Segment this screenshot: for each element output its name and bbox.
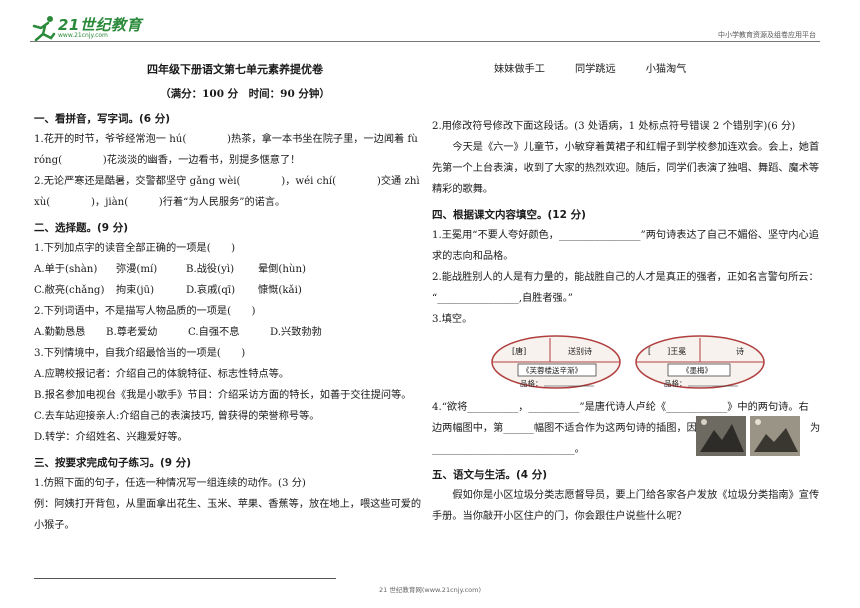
oval2-author: [ ]王冕 xyxy=(648,347,686,356)
s3-q1: 1.仿照下面的句子，任选一种情况写一组连续的动作。(3 分) xyxy=(34,478,306,489)
poem-illustrations xyxy=(696,416,800,456)
left-column: 四年级下册语文第七单元素养提优卷 （满分：100 分 时间：90 分钟） 一、看… xyxy=(34,60,426,537)
s2-q3-a: A.应聘校报记者：介绍自己的体貌特征、标志性特点等。 xyxy=(34,369,290,380)
option: C.自强不息 xyxy=(188,327,240,338)
option: 晕倒(hùn) xyxy=(258,264,307,275)
option: C.敝亮(chǎng) xyxy=(34,285,105,296)
s2-q3-b: B.报名参加电视台《我是小歌手》节目：介绍采访方面的特长，如善于交往提问等。 xyxy=(34,390,412,401)
s5-para-b: 手册。当你敲开小区住户的门，你会跟住户说些什么呢？ xyxy=(432,511,687,522)
option: D.哀戚(qī) xyxy=(186,285,236,296)
poem-ovals: [唐] 送别诗 《芙蓉楼送辛渐》 品格： [ ]王冕 诗 《墨梅》 品格： xyxy=(432,334,824,392)
option: 慷慨(kǎi) xyxy=(258,285,302,296)
s2-q2-options: A.勤勤恳恳 B.尊老爱幼 C.自强不息 D.兴致勃勃 xyxy=(34,323,426,343)
s2-q1-options-cd: C.敝亮(chǎng) 拘束(jū) D.哀戚(qī) 慷慨(kǎi) xyxy=(34,281,426,301)
s4-q4-block: 4.“欲将__________，__________”是唐代诗人卢纶《_____… xyxy=(432,398,824,460)
footer-divider xyxy=(34,578,336,579)
oval1-trait: 品格： xyxy=(520,378,543,388)
s1-q2-line-a: 2.无论严寒还是酷暑，交警都坚守 gǎng wèi( )，wéi chí( )交… xyxy=(34,176,420,187)
s2-q2: 2.下列词语中，不是描写人物品质的一项是( ) xyxy=(34,306,256,317)
s4-q1-a: 1.王冕用“不要人夸好颜色，________________”两句诗表达了自己不… xyxy=(432,230,819,241)
s4-q3: 3.填空。 xyxy=(432,314,473,325)
choice-option: 同学跳远 xyxy=(574,64,616,75)
answer-space xyxy=(432,80,824,116)
section-1-heading: 一、看拼音，写字词。(6 分) xyxy=(34,113,171,125)
s3-q2: 2.用修改符号修改下面这段话。(3 处语病，1 处标点符号错误 2 个错别字)(… xyxy=(432,121,796,132)
s4-q4-b: 边两幅图中，第______幅图不适合作为这两句诗的插图，因 xyxy=(432,423,697,434)
s1-q2-line-b: xù( )，jiàn( )行着“为人民服务”的诺言。 xyxy=(34,197,286,208)
s2-q3: 3.下列情境中，自我介绍最恰当的一项是( ) xyxy=(34,348,246,359)
s3-q2-para-a: 今天是《六一》儿童节，小敏穿着黄裙子和红帽子到学校参加连欢会。会上，她首 xyxy=(452,142,820,153)
oval1-dynasty: [唐] xyxy=(512,346,526,356)
s3-example-b: 小猴子。 xyxy=(34,520,75,531)
s1-q1-line-a: 1.花开的时节，爷爷经常泡一 hú( )热茶，拿一本书坐在院子里，一边闻着 fù xyxy=(34,134,418,145)
paper-title: 四年级下册语文第七单元素养提优卷 xyxy=(147,63,323,76)
s3-example-a: 例：阿姨打开背包，从里面拿出花生、玉米、苹果、香蕉等，放在地上，喂这些可爱的 xyxy=(34,499,422,510)
option: A.勤勤恳恳 xyxy=(34,327,86,338)
s4-q4-b-end: 为 xyxy=(810,423,821,434)
section-5-heading: 五、语文与生活。(4 分) xyxy=(432,469,548,481)
right-column: 妹妹做手工 同学跳远 小猫淘气 2.用修改符号修改下面这段话。(3 处语病，1 … xyxy=(432,60,824,528)
s2-q1-options-ab: A.单于(shàn) 弥漫(mí) B.战役(yì) 晕倒(hùn) xyxy=(34,260,426,280)
oval-diagram-2: [ ]王冕 诗 《墨梅》 品格： xyxy=(635,335,765,389)
s4-q4-a: 4.“欲将__________，__________”是唐代诗人卢纶《_____… xyxy=(432,402,809,413)
option: 弥漫(mí) xyxy=(116,264,158,275)
oval2-book: 《墨梅》 xyxy=(682,365,712,375)
s2-q3-d: D.转学：介绍姓名、兴趣爱好等。 xyxy=(34,432,188,443)
option: A.单于(shàn) xyxy=(34,264,98,275)
oval1-type: 送别诗 xyxy=(568,346,592,356)
s2-q1: 1.下列加点字的读音全部正确的一项是( ) xyxy=(34,243,236,254)
s3-q2-para-b: 先第一个上台表演，收到了大家的热烈欢迎。随后，同学们表演了独唱、舞蹈、魔术等 xyxy=(432,163,820,174)
header-divider xyxy=(30,41,820,42)
oval2-trait: 品格： xyxy=(664,378,687,388)
option: B.尊老爱幼 xyxy=(106,327,158,338)
option: B.战役(yì) xyxy=(186,264,235,275)
platform-name: 中小学教育资源及组卷应用平台 xyxy=(718,31,816,39)
oval1-book: 《芙蓉楼送辛渐》 xyxy=(522,365,582,375)
logo-runner-icon xyxy=(32,16,56,42)
section-3-heading: 三、按要求完成句子练习。(9 分) xyxy=(34,457,192,469)
option: 拘束(jū) xyxy=(116,285,155,296)
s2-q3-c: C.去车站迎接亲人:介绍自己的表演技巧, 曾获得的荣誉称号等。 xyxy=(34,411,320,422)
s3-q2-para-c: 精彩的歌舞。 xyxy=(432,184,494,195)
s4-q1-b: 求的志向和品格。 xyxy=(432,251,514,262)
choice-option: 小猫淘气 xyxy=(645,64,687,75)
s4-q2-b: “________________,自胜者强。” xyxy=(432,293,573,304)
s1-q1-line-b: róng( )花淡淡的幽香，一边看书，别提多惬意了！ xyxy=(34,155,301,166)
s4-q2-a: 2.能战胜别人的人是有力量的，能战胜自己的人才是真正的强者，正如名言警句所云： xyxy=(432,272,819,283)
oval-diagram-1: [唐] 送别诗 《芙蓉楼送辛渐》 品格： xyxy=(491,335,621,389)
option: D.兴致勃勃 xyxy=(270,327,322,338)
choice-option: 妹妹做手工 xyxy=(494,64,545,75)
footer-text: 21 世纪教育网(www.21cnjy.com) xyxy=(379,586,481,594)
logo-url: www.21cnjy.com xyxy=(58,32,108,39)
s3-choice-options: 妹妹做手工 同学跳远 小猫淘气 xyxy=(494,60,824,80)
paper-subtitle: （满分：100 分 时间：90 分钟） xyxy=(160,88,330,100)
section-2-heading: 二、选择题。(9 分) xyxy=(34,222,129,234)
section-4-heading: 四、根据课文内容填空。(12 分) xyxy=(432,209,586,221)
s5-para-a: 假如你是小区垃圾分类志愿督导员，要上门给各家各户发放《垃圾分类指南》宣传 xyxy=(452,490,820,501)
oval2-type: 诗 xyxy=(736,346,744,356)
